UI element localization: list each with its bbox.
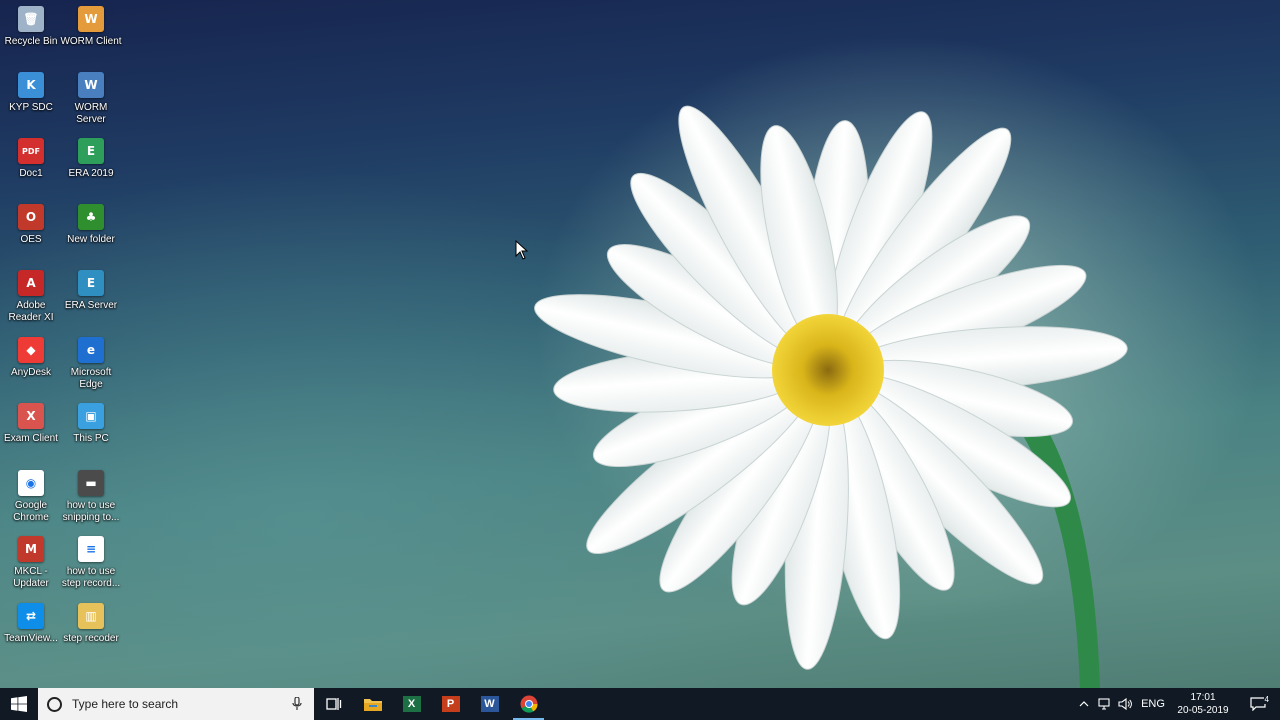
- desktop-icon[interactable]: ◉ Google Chrome: [0, 470, 62, 524]
- search-box[interactable]: Type here to search: [38, 688, 314, 720]
- oes-icon: O: [18, 204, 44, 230]
- daisy-wallpaper: [534, 105, 1128, 688]
- video-file-icon: ▬: [78, 470, 104, 496]
- desktop-icon-label: WORM Client: [60, 36, 122, 47]
- teamviewer-icon: ⇄: [18, 603, 44, 629]
- mouse-cursor: [515, 240, 529, 260]
- mkcl-updater-icon: M: [18, 536, 44, 562]
- powerpoint-icon: P: [441, 696, 460, 712]
- windows-logo-icon: [11, 696, 27, 712]
- task-view-button[interactable]: [314, 688, 353, 720]
- desktop-icon-label: ERA Server: [64, 300, 118, 311]
- kyp-sdc-icon: K: [18, 72, 44, 98]
- taskbar: Type here to search X P W ENG 17:01 20-0…: [0, 688, 1280, 720]
- desktop-icon-label: This PC: [73, 433, 109, 444]
- desktop-icon[interactable]: ♣ New folder: [60, 204, 122, 246]
- word-button[interactable]: W: [470, 688, 509, 720]
- desktop-icon-label: AnyDesk: [10, 367, 51, 378]
- chrome-icon: [520, 695, 538, 713]
- microphone-icon[interactable]: [292, 697, 302, 711]
- task-view-icon: [325, 698, 341, 710]
- desktop-icon-label: KYP SDC: [9, 102, 53, 113]
- desktop-icon-label: Doc1: [19, 168, 43, 179]
- desktop-icon-label: ERA 2019: [68, 168, 114, 179]
- desktop-icon[interactable]: E ERA Server: [60, 270, 122, 312]
- desktop-icon-label: Recycle Bin: [4, 36, 58, 47]
- desktop-icon-label: New folder: [67, 234, 115, 245]
- folder-icon: [363, 699, 382, 711]
- desktop-icon[interactable]: E ERA 2019: [60, 138, 122, 180]
- pdf-document-icon: PDF: [18, 138, 44, 164]
- network-icon: [1098, 698, 1110, 710]
- desktop-icon[interactable]: PDF Doc1: [0, 138, 62, 180]
- zip-folder-icon: ▥: [78, 603, 104, 629]
- desktop-icon[interactable]: ◆ AnyDesk: [0, 337, 62, 379]
- action-center-button[interactable]: 4: [1236, 695, 1280, 711]
- era-server-icon: E: [78, 270, 104, 296]
- anydesk-icon: ◆: [18, 337, 44, 363]
- desktop-icon-label: how to use step record...: [61, 566, 121, 589]
- chevron-up-icon: [1079, 701, 1089, 707]
- desktop-icon[interactable]: ≡ how to use step record...: [60, 536, 122, 590]
- file-explorer-button[interactable]: [353, 688, 392, 720]
- desktop-icon[interactable]: M MKCL - Updater: [0, 536, 62, 590]
- desktop-icon[interactable]: ▣ This PC: [60, 403, 122, 445]
- excel-icon: X: [402, 696, 421, 712]
- desktop-icon[interactable]: A Adobe Reader XI: [0, 270, 62, 324]
- desktop-icon-label: Exam Client: [4, 433, 58, 444]
- document-file-icon: ≡: [78, 536, 104, 562]
- desktop-icon[interactable]: O OES: [0, 204, 62, 246]
- clock[interactable]: 17:01 20-05-2019: [1170, 691, 1236, 717]
- powerpoint-button[interactable]: P: [431, 688, 470, 720]
- desktop[interactable]: 🗑 Recycle Bin W WORM Client K KYP SDC W WORM Se…: [0, 0, 1280, 688]
- desktop-icon-label: how to use snipping to...: [62, 500, 120, 523]
- desktop-icon-label: Microsoft Edge: [70, 367, 112, 390]
- show-hidden-icons-button[interactable]: [1074, 701, 1094, 707]
- desktop-icon-label: Google Chrome: [13, 500, 49, 523]
- desktop-icon-label: WORM Server: [74, 102, 108, 125]
- clock-time: 17:01: [1190, 692, 1216, 703]
- volume-button[interactable]: [1114, 698, 1136, 710]
- language-indicator[interactable]: ENG: [1136, 698, 1170, 710]
- desktop-icon[interactable]: K KYP SDC: [0, 72, 62, 114]
- tree-folder-icon: ♣: [78, 204, 104, 230]
- recycle-bin-icon: 🗑: [18, 6, 44, 32]
- worm-server-icon: W: [78, 72, 104, 98]
- desktop-icon-label: MKCL - Updater: [13, 566, 49, 589]
- cortana-icon: [47, 696, 62, 712]
- adobe-reader-icon: A: [18, 270, 44, 296]
- desktop-icon-label: TeamView...: [4, 633, 58, 644]
- desktop-icon[interactable]: W WORM Client: [60, 6, 122, 48]
- notification-count: 4: [1263, 695, 1270, 704]
- this-pc-icon: ▣: [78, 403, 104, 429]
- exam-client-icon: X: [18, 403, 44, 429]
- network-button[interactable]: [1094, 698, 1114, 710]
- desktop-icon[interactable]: ⇄ TeamView...: [0, 603, 62, 645]
- chrome-button[interactable]: [509, 688, 548, 720]
- desktop-icon-label: step recoder: [63, 633, 119, 644]
- clock-date: 20-05-2019: [1177, 705, 1229, 716]
- desktop-icon-label: OES: [20, 234, 42, 245]
- system-tray: ENG 17:01 20-05-2019 4: [1074, 688, 1280, 720]
- desktop-icon-label: Adobe Reader XI: [8, 300, 54, 323]
- start-button[interactable]: [0, 688, 38, 720]
- desktop-icon[interactable]: e Microsoft Edge: [60, 337, 122, 391]
- edge-icon: e: [78, 337, 104, 363]
- excel-button[interactable]: X: [392, 688, 431, 720]
- desktop-icon[interactable]: W WORM Server: [60, 72, 122, 126]
- search-placeholder: Type here to search: [72, 697, 179, 711]
- speaker-icon: [1118, 698, 1132, 710]
- desktop-icon[interactable]: 🗑 Recycle Bin: [0, 6, 62, 48]
- desktop-icon[interactable]: ▬ how to use snipping to...: [60, 470, 122, 524]
- era-2019-icon: E: [78, 138, 104, 164]
- chrome-icon: ◉: [18, 470, 44, 496]
- desktop-icon[interactable]: X Exam Client: [0, 403, 62, 445]
- desktop-icon[interactable]: ▥ step recoder: [60, 603, 122, 645]
- worm-client-icon: W: [78, 6, 104, 32]
- word-icon: W: [480, 696, 499, 712]
